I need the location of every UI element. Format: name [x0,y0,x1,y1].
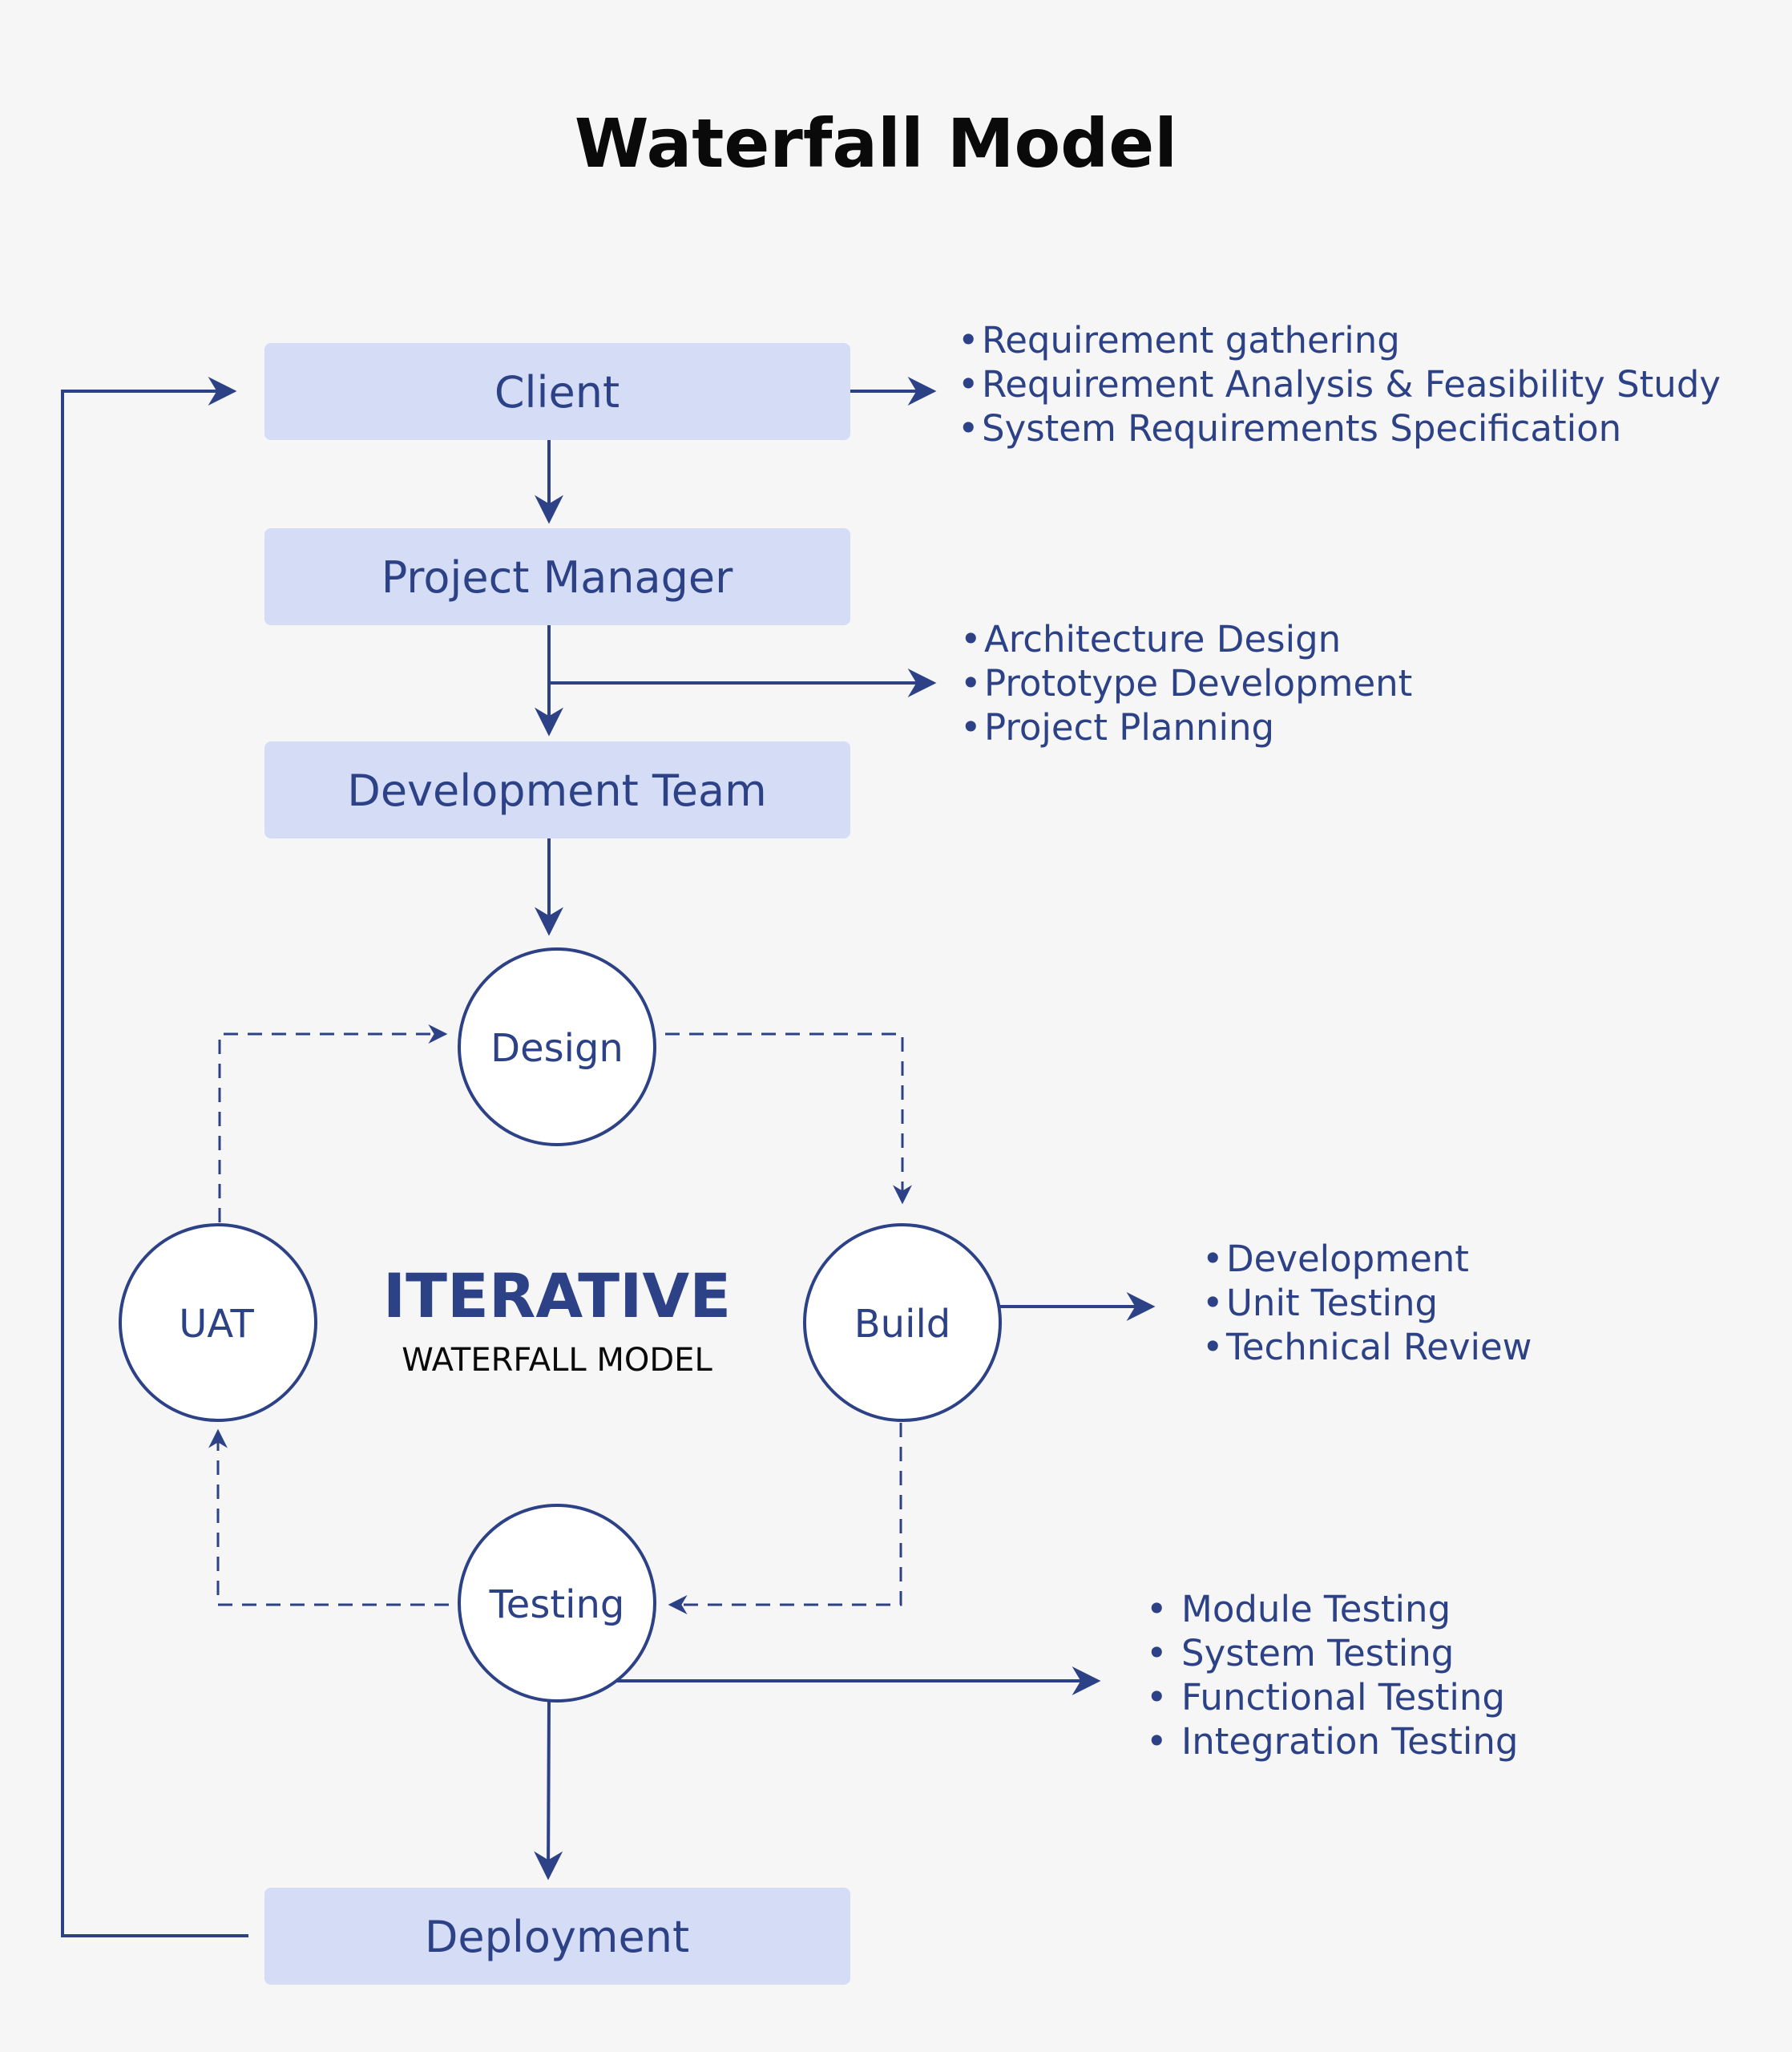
note-item: Requirement gathering [982,319,1400,362]
arrow-testing-to-deployment [534,1700,563,1880]
bullet-icon: • [1202,1282,1224,1324]
node-design: Design [458,947,656,1146]
iterative-subheading: WATERFALL MODEL [402,1342,712,1379]
node-build: Build [803,1223,1002,1422]
project-manager-notes-list: • Architecture Design• Prototype Developme… [960,618,1412,749]
bullet-icon: • [960,662,982,705]
note-item: System Requirements Specification [982,407,1621,450]
note-item: Integration Testing [1181,1720,1518,1763]
note-item: Unit Testing [1226,1282,1438,1324]
note-item: Prototype Development [984,662,1412,705]
arrow-build-to-testing [668,1423,902,1614]
arrow-testing-to-uat [208,1428,449,1606]
design-label: Design [490,1026,624,1071]
bullet-icon: • [1202,1326,1224,1368]
note-item: Functional Testing [1181,1676,1505,1719]
node-testing: Testing [458,1504,656,1703]
iterative-heading: ITERATIVE [383,1260,731,1331]
testing-notes-list: • Module Testing • System Testing • Functiona… [1146,1588,1518,1763]
stage-project-manager: Project Manager [264,528,850,625]
bullet-icon: • [1146,1632,1168,1674]
bullet-icon: • [1202,1238,1224,1280]
bullet-icon: • [1146,1676,1168,1719]
uat-label: UAT [179,1302,254,1347]
arrow-design-to-build [665,1032,912,1205]
bullet-icon: • [1146,1720,1168,1763]
bullet-icon: • [960,618,982,660]
development-team-label: Development Team [347,765,766,816]
stage-development-team: Development Team [264,741,850,838]
note-item: System Testing [1181,1632,1454,1674]
testing-label: Testing [489,1582,625,1627]
node-uat: UAT [119,1223,317,1422]
client-label: Client [494,367,620,418]
arrow-uat-to-design [218,1024,448,1222]
note-item: Technical Review [1225,1326,1532,1368]
note-item: Module Testing [1181,1588,1451,1630]
stage-client: Client [264,343,850,440]
note-item: Requirement Analysis & Feasibility Study [982,363,1721,406]
bullet-icon: • [960,706,982,749]
diagram-title: Waterfall Model [575,104,1177,183]
bullet-icon: • [1146,1588,1168,1630]
bullet-icon: • [958,319,979,362]
build-label: Build [854,1302,951,1347]
waterfall-diagram: Waterfall Model Client Project Manager D… [61,104,1721,1985]
project-manager-label: Project Manager [381,552,733,603]
bullet-icon: • [958,363,979,406]
bullet-icon: • [958,407,979,450]
build-notes-list: • Development• Unit Testing• Technical Revi… [1202,1238,1532,1368]
note-item: Architecture Design [984,618,1341,660]
stage-deployment: Deployment [264,1888,850,1985]
note-item: Project Planning [984,706,1274,749]
note-item: Development [1226,1238,1469,1280]
deployment-label: Deployment [425,1912,689,1962]
client-notes-list: • Requirement gathering• Requirement Analy… [958,319,1721,450]
